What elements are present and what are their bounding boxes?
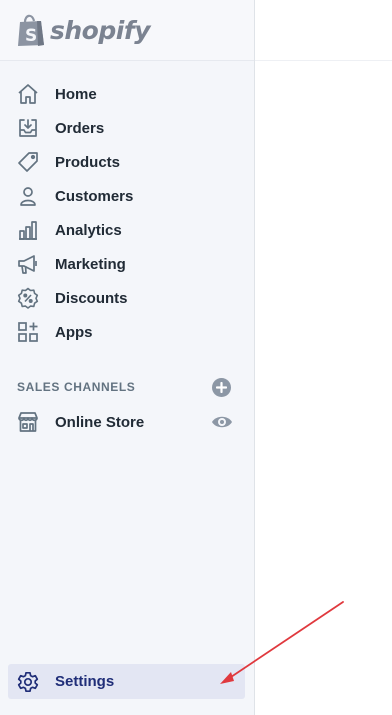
plus-icon (216, 381, 227, 393)
nav-item-apps[interactable]: Apps (0, 315, 254, 349)
orders-icon (16, 116, 40, 140)
person-icon (16, 184, 40, 208)
nav-label-customers: Customers (55, 187, 134, 205)
nav-item-marketing[interactable]: Marketing (0, 247, 254, 281)
top-bar (255, 0, 392, 61)
eye-icon[interactable] (211, 413, 233, 431)
store-icon (16, 410, 40, 434)
shopify-logo[interactable]: S shopify (0, 0, 254, 61)
shopping-bag-icon: S (18, 14, 44, 46)
nav-item-settings[interactable]: Settings (8, 664, 245, 699)
nav-item-home[interactable]: Home (0, 77, 254, 111)
nav-item-products[interactable]: Products (0, 145, 254, 179)
online-store-label: Online Store (55, 413, 145, 431)
nav-label-products: Products (55, 153, 121, 171)
nav-label-orders: Orders (55, 119, 105, 137)
sidebar: S shopify Home Orders Products Customers… (0, 0, 255, 715)
app-window: S shopify Home Orders Products Customers… (0, 0, 392, 715)
nav-label-home: Home (55, 85, 97, 103)
nav-item-discounts[interactable]: Discounts (0, 281, 254, 315)
svg-text:S: S (25, 26, 37, 46)
tag-icon (16, 150, 40, 174)
nav-label-analytics: Analytics (55, 221, 122, 239)
nav-label-apps: Apps (55, 323, 93, 341)
nav-label-discounts: Discounts (55, 289, 128, 307)
nav-item-analytics[interactable]: Analytics (0, 213, 254, 247)
sales-channels-title: SALES CHANNELS (17, 380, 136, 394)
home-icon (16, 82, 40, 106)
bar-chart-icon (16, 218, 40, 242)
apps-icon (16, 320, 40, 344)
discount-icon (16, 286, 40, 310)
brand-name: shopify (50, 15, 151, 45)
gear-icon (16, 670, 40, 694)
main-nav: Home Orders Products Customers Analytics… (0, 77, 254, 349)
nav-item-orders[interactable]: Orders (0, 111, 254, 145)
nav-label-marketing: Marketing (55, 255, 126, 273)
sales-channels-header: SALES CHANNELS (17, 376, 237, 398)
add-sales-channel-button[interactable] (212, 377, 231, 397)
settings-label: Settings (55, 673, 115, 690)
nav-item-customers[interactable]: Customers (0, 179, 254, 213)
sales-channel-online-store[interactable]: Online Store (0, 405, 254, 439)
megaphone-icon (16, 252, 40, 276)
